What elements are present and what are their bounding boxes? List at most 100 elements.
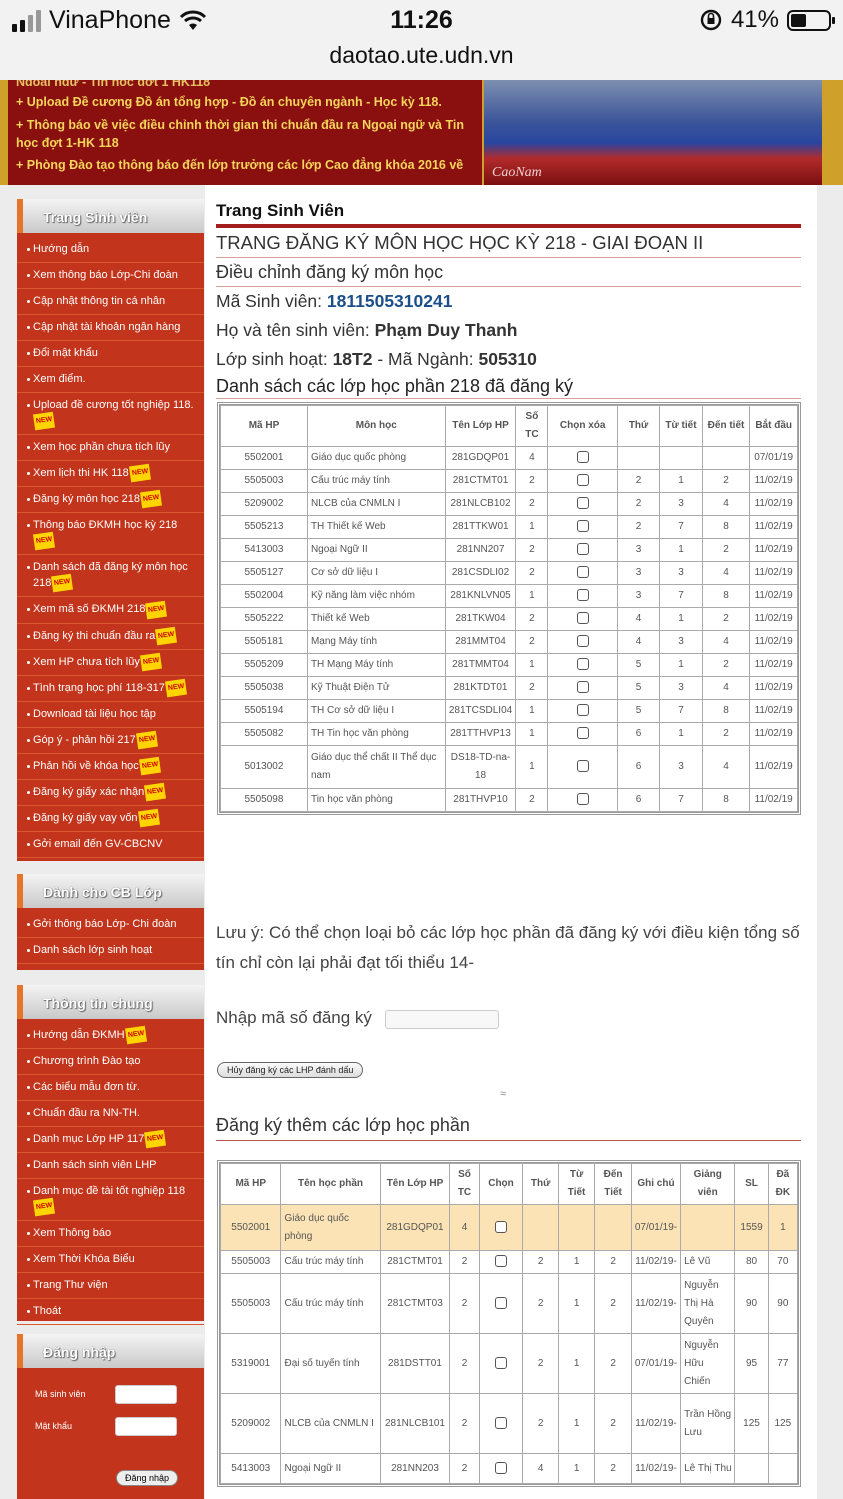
select-checkbox[interactable] — [494, 1461, 507, 1474]
select-checkbox[interactable] — [576, 635, 589, 648]
select-checkbox-cell[interactable] — [547, 492, 618, 516]
news-ticker[interactable]: Ngoại ngữ - Tin học đợt 1 HK118 + Upload… — [8, 80, 482, 185]
select-checkbox[interactable] — [576, 793, 589, 806]
table-cell: Đại số tuyến tính — [280, 1333, 381, 1394]
sidebar-item[interactable]: Xem Thời Khóa Biểu — [17, 1247, 204, 1274]
sidebar-item[interactable]: Hướng dẫn — [17, 237, 204, 263]
address-bar[interactable]: daotao.ute.udn.vn — [0, 42, 843, 69]
select-checkbox-cell[interactable] — [478, 1333, 524, 1394]
select-checkbox[interactable] — [576, 658, 589, 671]
select-checkbox-cell[interactable] — [547, 722, 618, 746]
table-cell: 281THVP10 — [444, 788, 517, 812]
table-cell: 1 — [557, 1273, 596, 1334]
select-checkbox[interactable] — [576, 612, 589, 625]
login-button[interactable]: Đăng nhập — [116, 1470, 179, 1486]
sidebar-item[interactable]: Gởi thông báo Lớp- Chi đoàn — [17, 912, 204, 938]
select-checkbox[interactable] — [576, 566, 589, 579]
sidebar-item[interactable]: Thoát — [17, 1299, 204, 1326]
sidebar-item[interactable]: Trang Thư viện — [17, 1273, 204, 1300]
select-checkbox-cell[interactable] — [547, 584, 618, 608]
sidebar-item[interactable]: Xem Thông báo — [17, 1221, 204, 1248]
sidebar-item[interactable]: Góp ý - phản hồi 217 NEW — [17, 728, 204, 754]
select-checkbox-cell[interactable] — [547, 788, 618, 812]
table-cell: 11/02/19 — [749, 676, 798, 700]
sidebar-item[interactable]: Cập nhật tài khoản ngân hàng — [17, 315, 204, 341]
select-checkbox[interactable] — [576, 520, 589, 533]
sidebar-item[interactable]: Đăng ký thi chuẩn đầu ra NEW — [17, 624, 204, 650]
sidebar-item[interactable]: Xem học phần chưa tích lũy — [17, 435, 204, 462]
sidebar-item[interactable]: Đăng ký giấy xác nhận NEW — [17, 780, 204, 807]
select-checkbox[interactable] — [576, 451, 589, 464]
select-checkbox[interactable] — [576, 474, 589, 487]
select-checkbox[interactable] — [576, 760, 589, 773]
table-cell: 2 — [522, 1250, 559, 1274]
select-checkbox-cell[interactable] — [547, 699, 618, 723]
select-checkbox-cell[interactable] — [547, 561, 618, 585]
sidebar-item[interactable]: Xem mã số ĐKMH 218 NEW — [17, 597, 204, 624]
select-checkbox[interactable] — [576, 727, 589, 740]
table-cell — [616, 446, 661, 470]
select-checkbox-cell[interactable] — [478, 1250, 524, 1274]
sidebar-item[interactable]: Phản hồi về khóa học NEW — [17, 754, 204, 781]
title-rule — [216, 224, 801, 228]
news-item[interactable]: + Upload Đề cương Đồ án tổng hợp - Đồ án… — [8, 93, 482, 111]
sidebar-item[interactable]: Các biểu mẫu đơn từ. — [17, 1075, 204, 1102]
news-item[interactable]: Ngoại ngữ - Tin học đợt 1 HK118 — [8, 80, 482, 86]
select-checkbox-cell[interactable] — [547, 630, 618, 654]
select-checkbox-cell[interactable] — [547, 446, 618, 470]
select-checkbox-cell[interactable] — [547, 607, 618, 631]
sidebar-item[interactable]: Cập nhật thông tin cá nhân — [17, 289, 204, 315]
table-cell: 5505038 — [220, 676, 308, 700]
news-item[interactable]: + Thông báo về việc điều chỉnh thời gian… — [8, 116, 482, 152]
news-item[interactable]: + Phòng Đào tạo thông báo đến lớp trưởng… — [8, 156, 482, 174]
select-checkbox-cell[interactable] — [478, 1453, 524, 1484]
sidebar-item[interactable]: Gởi email đến GV-CBCNV — [17, 832, 204, 859]
sidebar-item[interactable]: Danh sách lớp sinh hoạt — [17, 938, 204, 964]
select-checkbox[interactable] — [576, 704, 589, 717]
sidebar-item[interactable]: Đăng ký môn học 218 NEW — [17, 487, 204, 514]
select-checkbox[interactable] — [494, 1356, 507, 1369]
select-checkbox[interactable] — [576, 681, 589, 694]
select-checkbox-cell[interactable] — [547, 745, 618, 789]
select-checkbox-cell[interactable] — [547, 469, 618, 493]
registration-code-input[interactable] — [385, 1010, 499, 1029]
select-checkbox-cell[interactable] — [478, 1273, 524, 1334]
sidebar-item[interactable]: Danh sách đã đăng ký môn học 218 NEW — [17, 555, 204, 598]
cancel-registration-button[interactable]: Hủy đăng ký các LHP đánh dấu — [217, 1062, 364, 1078]
sidebar-item[interactable]: Tình trạng học phí 118-317 NEW — [17, 676, 204, 702]
select-checkbox[interactable] — [494, 1416, 507, 1429]
select-checkbox[interactable] — [576, 543, 589, 556]
select-checkbox[interactable] — [494, 1220, 507, 1233]
sidebar-item[interactable]: Danh mục Lớp HP 117 NEW — [17, 1127, 204, 1154]
sidebar-item[interactable]: Hướng dẫn ĐKMH NEW — [17, 1023, 204, 1050]
select-checkbox[interactable] — [576, 589, 589, 602]
sidebar-item[interactable]: Đổi mật khẩu — [17, 341, 204, 367]
table-cell: 2 — [701, 653, 751, 677]
sidebar-item[interactable]: Upload đề cương tốt nghiệp 118.NEW — [17, 393, 204, 436]
sidebar-item[interactable]: Xem thông báo Lớp-Chi đoàn — [17, 263, 204, 289]
sidebar-item[interactable]: Danh sách sinh viên LHP — [17, 1153, 204, 1180]
table-cell: 1 — [659, 469, 703, 493]
select-checkbox[interactable] — [494, 1296, 507, 1309]
select-checkbox[interactable] — [494, 1255, 507, 1268]
select-checkbox-cell[interactable] — [547, 653, 618, 677]
sidebar-item[interactable]: Xem lịch thi HK 118 NEW — [17, 461, 204, 488]
sidebar-item[interactable]: Xem HP chưa tích lũy NEW — [17, 650, 204, 676]
sidebar-item[interactable]: Download tài liệu học tập — [17, 702, 204, 728]
select-checkbox-cell[interactable] — [547, 676, 618, 700]
sidebar-item[interactable]: Xem điểm. — [17, 367, 204, 393]
sidebar-item[interactable]: Danh mục đề tài tốt nghiệp 118NEW — [17, 1179, 204, 1222]
sidebar-item[interactable]: Chuẩn đầu ra NN-TH. — [17, 1101, 204, 1128]
select-checkbox-cell[interactable] — [547, 538, 618, 562]
select-checkbox-cell[interactable] — [547, 515, 618, 539]
select-checkbox-cell[interactable] — [478, 1204, 524, 1251]
sidebar-item[interactable]: Đăng ký giấy vay vốn NEW — [17, 806, 204, 833]
table-cell: Thiết kế Web — [306, 607, 446, 631]
select-checkbox-cell[interactable] — [478, 1393, 524, 1454]
table-cell: 5 — [616, 653, 661, 677]
select-checkbox[interactable] — [576, 497, 589, 510]
student-id-input[interactable] — [115, 1384, 177, 1404]
sidebar-item[interactable]: Chương trình Đào tạo — [17, 1049, 204, 1076]
sidebar-item[interactable]: Thông báo ĐKMH học kỳ 218NEW — [17, 513, 204, 556]
password-input[interactable] — [115, 1416, 177, 1436]
